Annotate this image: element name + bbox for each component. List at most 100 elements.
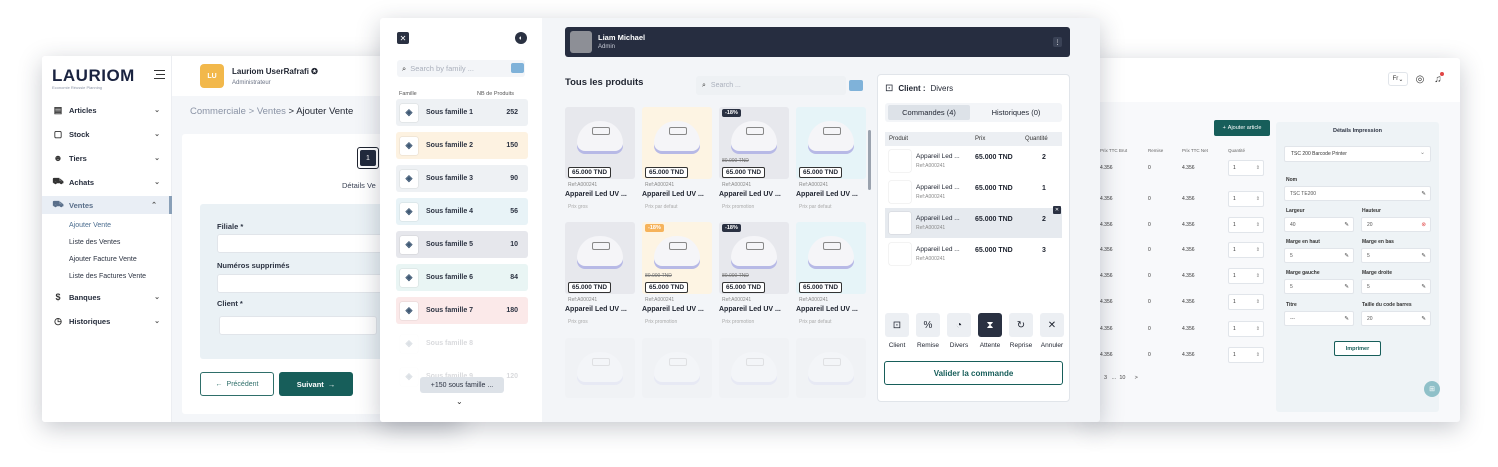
marge-haut-field[interactable]: 5 ✎ [1284, 248, 1354, 263]
page-3[interactable]: 3 [1104, 375, 1107, 381]
menu-toggle-icon[interactable] [154, 70, 165, 79]
product-card[interactable]: -18% 80.000 TND 65.000 TND Ref:A000241 Appar… [719, 107, 789, 215]
keyboard-icon[interactable] [849, 80, 863, 91]
remise-icon: % [923, 319, 933, 331]
cancel-icon[interactable]: ⊗ [1421, 222, 1426, 228]
order-row[interactable]: Appareil Led ... Ref:A000241 65.000 TND 3 [885, 239, 1062, 269]
marge-gauche-value: 5 [1290, 283, 1293, 290]
product-scrollbar[interactable] [868, 130, 871, 190]
action-remise-button[interactable]: % [916, 313, 940, 337]
printer-select[interactable]: TSC 200 Barcode Printer [1284, 146, 1431, 162]
print-button[interactable]: Imprimer [1334, 341, 1381, 356]
marge-bas-field[interactable]: 5 ✎ [1361, 248, 1431, 263]
uv-lamp-icon [731, 352, 777, 382]
family-item[interactable]: ◈ Sous famille 2 150 [396, 132, 528, 159]
product-card[interactable]: 65.000 TND Ref:A000241 Appareil Led UV ...… [565, 107, 635, 215]
more-families-button[interactable]: +150 sous famille ... [420, 377, 504, 393]
sidebar-item-ventes[interactable]: ⛟ Ventes ⌃ [42, 196, 172, 214]
more-options-icon[interactable]: ⋮ [1053, 37, 1062, 47]
client-field[interactable] [219, 316, 377, 335]
sidebar-item-banques[interactable]: $ Banques ⌄ [52, 288, 160, 306]
avatar[interactable] [570, 31, 592, 53]
remove-line-icon[interactable]: ✕ [1053, 206, 1061, 214]
sidebar-item-articles[interactable]: ▤ Articles ⌄ [52, 101, 160, 119]
product-card[interactable]: -18% 80.000 TND 65.000 TND Ref:A000241 Appar… [719, 222, 789, 330]
quantity-stepper[interactable]: 1 [1228, 294, 1264, 310]
marge-gauche-field[interactable]: 5 ✎ [1284, 279, 1354, 294]
order-row[interactable]: Appareil Led ... Ref:A000241 65.000 TND 1 [885, 177, 1062, 207]
breadcrumb-ventes[interactable]: Ventes [257, 106, 286, 117]
tab-historiques[interactable]: Historiques (0) [974, 105, 1058, 120]
subnav-ajouter-vente[interactable]: Ajouter Vente [69, 222, 111, 229]
marge-haut-label: Marge en haut [1286, 239, 1320, 245]
family-item[interactable]: ◈ Sous famille 7 180 [396, 297, 528, 324]
family-item[interactable]: ◈ Sous famille 4 56 [396, 198, 528, 225]
product-card[interactable]: -18% 80.000 TND 65.000 TND Ref:A000241 Appar… [642, 222, 712, 330]
quantity-value: 1 [1233, 165, 1236, 171]
order-product-ref: Ref:A000241 [916, 256, 946, 262]
next-page-button[interactable]: > [1135, 375, 1138, 381]
sidebar-item-stock[interactable]: ▢ Stock ⌄ [52, 125, 160, 143]
next-button[interactable]: Suivant → [279, 372, 353, 396]
family-item[interactable]: ◈ Sous famille 3 90 [396, 165, 528, 192]
action-divers-button[interactable]: ◔ [947, 313, 971, 337]
quantity-stepper[interactable]: 1 [1228, 321, 1264, 337]
family-count: 84 [510, 274, 518, 281]
chevron-down-icon[interactable]: ⌄ [456, 397, 463, 406]
largeur-field[interactable]: 40 ✎ [1284, 217, 1354, 232]
sidebar-item-achats[interactable]: ⛟ Achats ⌄ [52, 173, 160, 191]
quantity-stepper[interactable]: 1 [1228, 217, 1264, 233]
compass-icon[interactable]: ◐ [515, 32, 527, 44]
family-item[interactable]: ◈ Sous famille 6 84 [396, 264, 528, 291]
quantity-stepper[interactable]: 1 [1228, 160, 1264, 176]
product-card[interactable]: 65.000 TND Ref:A000241 Appareil Led UV ...… [796, 222, 866, 330]
taille-code-barres-field[interactable]: 20 ✎ [1361, 311, 1431, 326]
page-10[interactable]: 10 [1119, 375, 1125, 381]
product-card[interactable]: 65.000 TND Ref:A000241 Appareil Led UV ...… [642, 107, 712, 215]
order-row[interactable]: Appareil Led ... Ref:A000241 65.000 TND 2 [885, 146, 1062, 176]
product-name: Appareil Led UV ... [796, 191, 858, 198]
add-article-button[interactable]: + Ajouter article [1214, 120, 1270, 136]
subnav-liste-factures[interactable]: Liste des Factures Vente [69, 273, 146, 280]
quantity-stepper[interactable]: 1 [1228, 242, 1264, 258]
action-attente-button[interactable]: ⧗ [978, 313, 1002, 337]
titre-field[interactable]: --- ✎ [1284, 311, 1354, 326]
hauteur-field[interactable]: 20 ⊗ [1361, 217, 1431, 232]
nom-field[interactable]: TSC TE200 ✎ [1284, 186, 1431, 201]
previous-button[interactable]: ← Précédent [200, 372, 274, 396]
language-select[interactable]: Fr ⌄ [1388, 72, 1408, 86]
quantity-stepper[interactable]: 1 [1228, 347, 1264, 363]
validate-order-button[interactable]: Valider la commande [884, 361, 1063, 385]
keyboard-icon[interactable] [511, 63, 524, 73]
action-reprise-button[interactable]: ↻ [1009, 313, 1033, 337]
family-search-input[interactable]: ⌕ Search by family ... [397, 60, 525, 77]
family-count: 120 [506, 373, 518, 380]
previous-label: Précédent [226, 380, 259, 388]
cell-remise: 0 [1148, 165, 1151, 171]
marge-droite-field[interactable]: 5 ✎ [1361, 279, 1431, 294]
quantity-stepper[interactable]: 1 [1228, 191, 1264, 207]
product-search-input[interactable]: ⌕ Search ... [696, 76, 846, 95]
product-card[interactable]: 65.000 TND Ref:A000241 Appareil Led UV ...… [565, 222, 635, 330]
tab-commandes[interactable]: Commandes (4) [888, 105, 970, 120]
sidebar-item-historiques[interactable]: ◷ Historiques ⌄ [52, 312, 160, 330]
apps-grid-icon[interactable]: ⊞ [1424, 381, 1440, 397]
pencil-icon: ✎ [1421, 252, 1426, 259]
action-client-button[interactable]: ⊡ [885, 313, 909, 337]
order-row[interactable]: Appareil Led ... Ref:A000241 65.000 TND 2 [885, 208, 1062, 238]
action-annuler-button[interactable]: ✕ [1040, 313, 1064, 337]
subnav-liste-ventes[interactable]: Liste des Ventes [69, 239, 120, 246]
product-card[interactable]: 65.000 TND Ref:A000241 Appareil Led UV ...… [796, 107, 866, 215]
breadcrumb-root[interactable]: Commerciale [190, 106, 246, 117]
sidebar-item-tiers[interactable]: ☻ Tiers ⌄ [52, 149, 160, 167]
avatar[interactable]: LU [200, 64, 224, 88]
settings-icon[interactable]: ◎ [1413, 72, 1427, 86]
quantity-stepper[interactable]: 1 [1228, 268, 1264, 284]
family-item[interactable]: ◈ Sous famille 5 10 [396, 231, 528, 258]
user-name-text: Lauriom UserRafrafi [232, 67, 309, 76]
family-item[interactable]: ◈ Sous famille 8 [396, 330, 528, 357]
close-icon[interactable]: ✕ [397, 32, 409, 44]
subnav-ajouter-facture[interactable]: Ajouter Facture Vente [69, 256, 137, 263]
family-item[interactable]: ◈ Sous famille 1 252 [396, 99, 528, 126]
chevron-up-icon: ⌃ [151, 202, 157, 209]
